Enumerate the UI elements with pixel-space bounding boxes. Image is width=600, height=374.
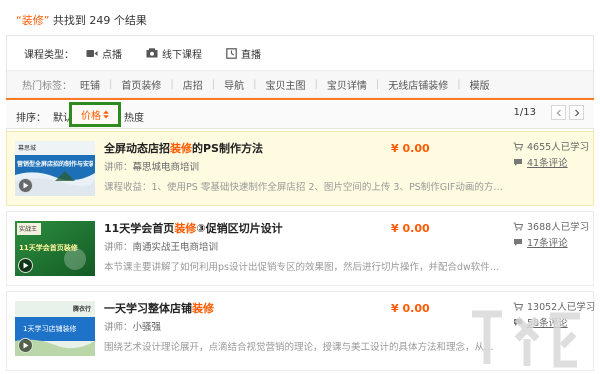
thumbnail-brand: 实战王: [19, 226, 38, 233]
title-text: 全屏动态店招: [104, 142, 170, 155]
cart-icon: [513, 142, 523, 151]
tag-link[interactable]: 旺铺: [80, 77, 100, 92]
cart-icon: [513, 222, 523, 231]
tag-divider: |: [375, 78, 380, 90]
thumbnail-caption: 1天学习店铺装修: [23, 325, 77, 333]
review-count[interactable]: 17条评论: [513, 235, 568, 249]
sort-bar: 排序： 默认 价格 热度 1/13: [6, 98, 594, 129]
thumbnail-brand: 腾衣行: [72, 306, 91, 313]
hot-tags-row: 热门标签： 旺铺 | 首页装修 | 店招 | 导航 | 宝贝主图 | 宝贝详情 …: [7, 70, 593, 98]
play-icon[interactable]: [18, 258, 33, 273]
type-option-label: 点播: [102, 49, 122, 61]
search-summary: “装修” 共找到 249 个结果: [16, 12, 147, 28]
type-option-label: 直播: [241, 49, 261, 61]
sort-arrows-icon: [103, 110, 109, 119]
learner-count: 3688人已学习: [513, 219, 589, 233]
course-title[interactable]: 全屏动态店招装修的PS制作方法: [104, 140, 263, 156]
review-count[interactable]: 41条评论: [513, 155, 568, 169]
title-keyword: 装修: [174, 222, 197, 235]
course-thumbnail[interactable]: 实战王 11天学会首页装修: [15, 221, 95, 276]
search-keyword: “装修”: [16, 14, 50, 27]
teacher-name[interactable]: 小骚强: [133, 322, 162, 333]
tag-link[interactable]: 店招: [183, 77, 203, 92]
course-title[interactable]: 11天学会首页装修③促销区切片设计: [104, 220, 283, 236]
course-item[interactable]: 幕思城 营销型全屏店招的制作与安装 全屏动态店招装修的PS制作方法 讲师：幕思城…: [6, 131, 594, 206]
learner-count-text: 4655人已学习: [527, 142, 590, 153]
tag-divider: |: [314, 78, 318, 90]
sort-price-label: 价格: [81, 111, 101, 122]
thumbnail-caption: 11天学会首页装修: [19, 244, 78, 252]
course-description: 课程收益：1、使用PS 零基础快速制作全屏店招 2、图片空间的上传 3、PS制作…: [104, 182, 503, 193]
play-icon[interactable]: [18, 178, 33, 193]
title-keyword: 装修: [192, 302, 214, 315]
sort-price-button[interactable]: 价格: [69, 102, 121, 127]
title-text: ③促销区切片设计: [196, 222, 283, 235]
course-description: 本节课主要讲解了如何利用ps设计出促销专区的效果图，然后进行切片操作，并配合dw…: [104, 262, 500, 273]
title-keyword: 装修: [170, 142, 192, 155]
teacher-label: 讲师：: [104, 322, 133, 333]
prev-page-button[interactable]: [551, 105, 566, 120]
title-text: 11天学会首页: [104, 222, 175, 235]
course-price: ¥ 0.00: [391, 222, 430, 235]
pager: 1/13: [514, 105, 584, 120]
learner-count-text: 3688人已学习: [527, 222, 590, 233]
course-thumbnail[interactable]: 幕思城 营销型全屏店招的制作与安装: [15, 141, 95, 196]
course-price: ¥ 0.00: [391, 142, 430, 155]
tag-divider: |: [109, 78, 113, 90]
thumbnail-caption: 营销型全屏店招的制作与安装: [17, 161, 93, 168]
review-link[interactable]: 17条评论: [527, 235, 568, 249]
next-page-button[interactable]: [569, 105, 584, 120]
course-price: ¥ 0.00: [391, 302, 430, 315]
teacher-name[interactable]: 幕思城电商培训: [133, 162, 200, 173]
course-thumbnail[interactable]: 腾衣行 1天学习店铺装修: [15, 301, 95, 356]
type-option-live[interactable]: 直播: [226, 46, 261, 61]
course-title[interactable]: 一天学习整体店铺装修: [104, 300, 214, 316]
chevron-right-icon: [574, 109, 579, 116]
tag-divider: |: [253, 78, 257, 90]
title-text: 一天学习整体店铺: [104, 302, 192, 315]
result-count: 共找到 249 个结果: [52, 14, 147, 27]
tag-divider: |: [170, 78, 174, 90]
live-clock-icon: [226, 47, 237, 59]
offline-course-icon: [146, 48, 158, 58]
course-type-label: 课程类型：: [24, 49, 74, 61]
chevron-left-icon: [556, 109, 561, 116]
hot-tags-label: 热门标签：: [22, 80, 72, 92]
play-icon[interactable]: [18, 338, 33, 353]
teacher-label: 讲师：: [104, 242, 133, 253]
comment-icon: [513, 158, 523, 167]
tag-link[interactable]: 无线店铺装修: [388, 77, 448, 92]
tag-link[interactable]: 导航: [224, 77, 244, 92]
tag-link[interactable]: 宝贝主图: [266, 77, 306, 92]
type-option-vod[interactable]: 点播: [86, 46, 122, 61]
site-watermark-logo: [472, 310, 580, 368]
course-teacher: 讲师：小骚强: [104, 319, 161, 333]
tag-divider: |: [211, 78, 216, 90]
teacher-label: 讲师：: [104, 162, 133, 173]
page-indicator: 1/13: [513, 107, 536, 118]
sort-label: 排序：: [16, 113, 46, 124]
course-teacher: 讲师：幕思城电商培训: [104, 159, 199, 173]
thumbnail-brand: 幕思城: [18, 145, 37, 152]
comment-icon: [513, 238, 523, 247]
type-option-offline[interactable]: 线下课程: [146, 46, 202, 61]
tag-link[interactable]: 宝贝详情: [327, 77, 367, 92]
title-text: 的PS制作方法: [192, 142, 263, 155]
tag-link[interactable]: 首页装修: [121, 77, 161, 92]
learner-count: 4655人已学习: [513, 139, 589, 153]
sort-heat[interactable]: 热度: [124, 109, 144, 124]
teacher-name[interactable]: 南通实战王电商培训: [133, 242, 219, 253]
review-link[interactable]: 41条评论: [527, 155, 568, 169]
course-description: 围绕艺术设计理论展开，点滴结合视觉营销的理论，授课与美工设计的具体方法和理念，从…: [104, 342, 494, 353]
course-teacher: 讲师：南通实战王电商培训: [104, 239, 218, 253]
course-item[interactable]: 实战王 11天学会首页装修 11天学会首页装修③促销区切片设计 讲师：南通实战王…: [6, 211, 594, 286]
tag-link[interactable]: 模版: [470, 77, 490, 92]
tag-divider: |: [457, 78, 461, 90]
course-type-row: 课程类型： 点播 线下课程 直播: [24, 46, 285, 61]
type-option-label: 线下课程: [162, 49, 202, 61]
video-camera-icon: [86, 49, 98, 58]
